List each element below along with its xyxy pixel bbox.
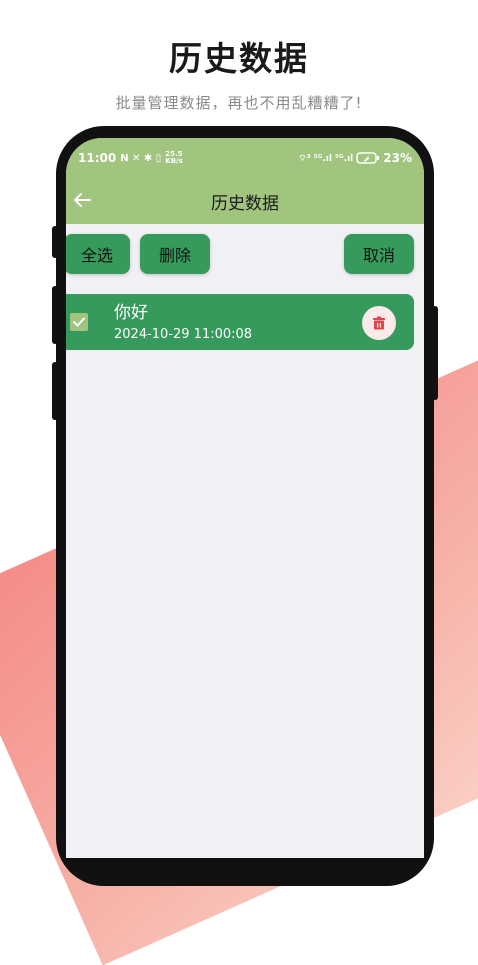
cancel-button[interactable]: 取消 <box>344 234 414 274</box>
record-checkbox[interactable] <box>70 313 88 331</box>
record-title: 你好 <box>114 303 148 323</box>
signal-icon: ⌔³ ⁵ᴳ.ıl ⁵ᴳ.ıl <box>298 153 354 164</box>
status-right-icons: ⌔³ ⁵ᴳ.ıl ⁵ᴳ.ıl 23% <box>298 151 412 165</box>
network-speed: 25.5 KB/s <box>165 151 182 165</box>
page-title: 历史数据 <box>211 193 279 214</box>
hero-subtitle: 批量管理数据，再也不用乱糟糟了! <box>115 94 363 112</box>
phone-side-button <box>52 362 58 420</box>
network-speed-unit: KB/s <box>165 157 183 165</box>
app-bar: 历史数据 <box>66 178 424 224</box>
delete-button[interactable]: 删除 <box>140 234 210 274</box>
record-delete-button[interactable] <box>362 306 396 340</box>
status-time: 11:00 <box>78 151 117 165</box>
phone-side-button <box>52 226 58 258</box>
battery-percent: 23% <box>383 151 412 165</box>
hero-title: 历史数据 <box>169 39 309 78</box>
phone-screen: 11:00 N ✕ ✱ ▯ 25.5 KB/s ⌔³ ⁵ᴳ.ıl ⁵ᴳ.ıl 2… <box>66 138 424 858</box>
check-icon <box>73 317 85 327</box>
status-bar: 11:00 N ✕ ✱ ▯ 25.5 KB/s ⌔³ ⁵ᴳ.ıl ⁵ᴳ.ıl 2… <box>66 138 424 178</box>
phone-side-button <box>432 306 438 400</box>
battery-icon <box>356 152 380 164</box>
arrow-left-icon[interactable] <box>70 188 94 212</box>
action-toolbar: 全选 删除 取消 <box>66 224 424 294</box>
select-all-button[interactable]: 全选 <box>66 234 130 274</box>
history-record-item[interactable]: 你好 2024-10-29 11:00:08 <box>66 294 414 350</box>
status-left-icons: N ✕ ✱ ▯ <box>120 152 162 164</box>
record-timestamp: 2024-10-29 11:00:08 <box>114 327 253 342</box>
trash-icon <box>373 316 385 330</box>
phone-side-button <box>52 286 58 344</box>
